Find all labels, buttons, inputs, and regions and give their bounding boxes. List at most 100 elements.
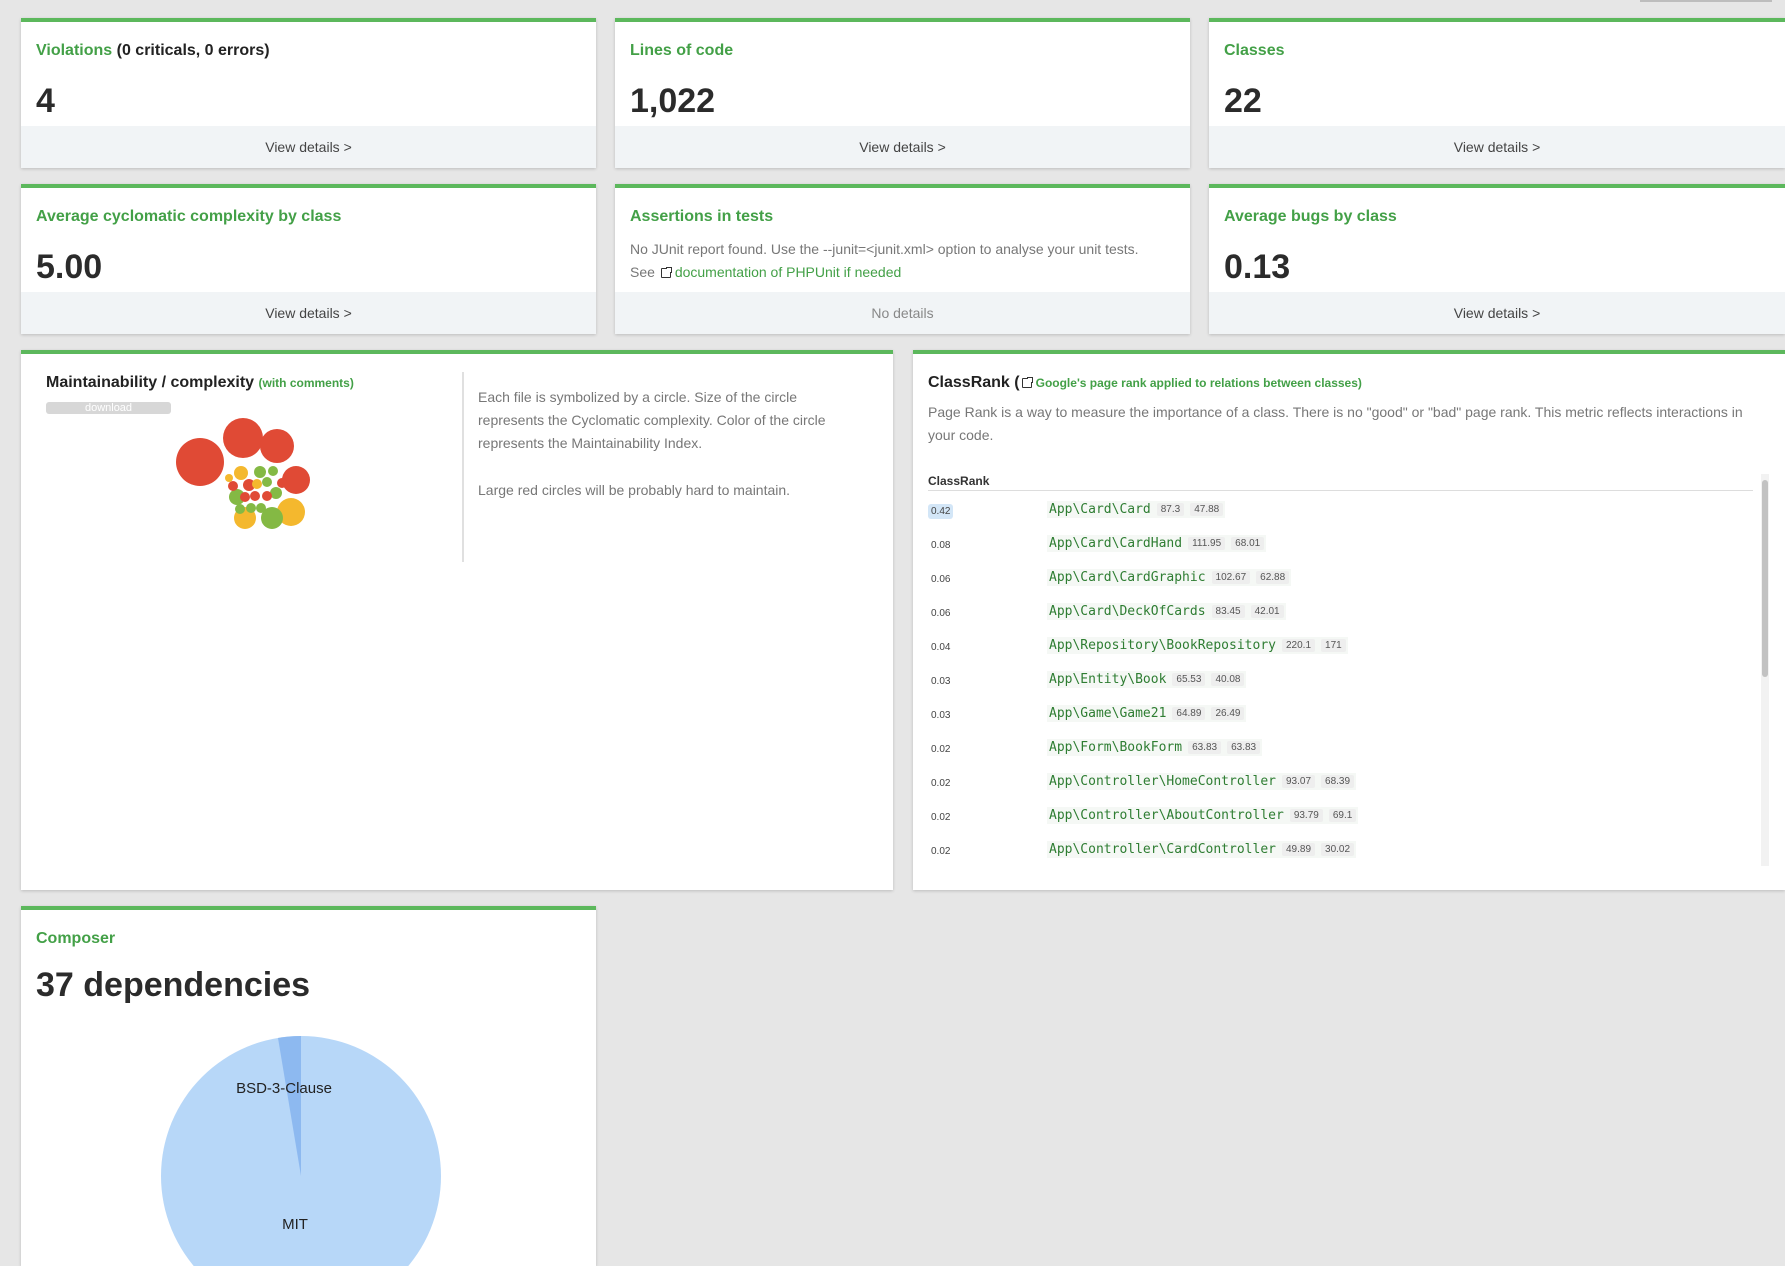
classrank-card: ClassRank (Google's page rank applied to… [913,350,1785,890]
class-name[interactable]: App\Card\CardHand 111.95 68.01 [1047,535,1267,552]
classrank-title: ClassRank (Google's page rank applied to… [928,374,1362,391]
maintainability-bubble-chart [176,418,310,529]
class-name[interactable]: App\Entity\Book 65.53 40.08 [1047,671,1247,688]
file-bubble[interactable] [234,466,248,480]
bugs-value: 0.13 [1224,248,1291,286]
class-name[interactable]: App\Controller\HomeController 93.07 68.39 [1047,773,1357,790]
file-bubble[interactable] [250,491,260,501]
metric-badge: 93.07 [1281,775,1316,788]
metric-badge: 83.45 [1211,605,1245,618]
file-bubble[interactable] [262,477,272,487]
maintainability-desc-p1: Each file is symbolized by a circle. Siz… [478,389,826,451]
class-name[interactable]: App\Controller\CardController 49.89 30.02 [1047,841,1357,858]
file-bubble[interactable] [225,474,233,482]
rank-value: 0.06 [931,574,951,585]
metric-badge: 111.95 [1188,537,1226,550]
complexity-value: 5.00 [36,248,103,286]
download-button[interactable]: download [46,402,171,414]
composer-card: Composer 37 dependencies BSD-3-Clause MI… [21,906,596,1266]
metric-badge: 69.1 [1328,809,1357,822]
metric-badge: 30.02 [1321,843,1355,856]
violations-subtitle: (0 criticals, 0 errors) [116,42,270,59]
classrank-subtitle-link[interactable]: Google's page rank applied to relations … [1036,376,1362,390]
bugs-title: Average bugs by class [1224,208,1397,225]
rank-value: 0.06 [931,608,951,619]
metric-badge: 68.01 [1231,537,1265,550]
file-bubble[interactable] [252,479,262,489]
external-link-icon [1021,376,1034,388]
composer-dependencies-count: 37 dependencies [36,966,311,1004]
class-name[interactable]: App\Card\DeckOfCards 83.45 42.01 [1047,603,1286,620]
assertions-card: Assertions in tests No JUnit report foun… [615,184,1190,334]
metric-badge: 47.88 [1190,503,1224,516]
metric-badge: 220.1 [1281,639,1316,652]
violations-view-details-link[interactable]: View details > [21,126,596,168]
metric-badge: 49.89 [1281,843,1316,856]
rank-value: 0.02 [931,778,951,789]
file-bubble[interactable] [256,503,266,513]
loc-title: Lines of code [630,42,734,59]
metric-badge: 171 [1321,639,1346,652]
classrank-scrollbar-thumb[interactable] [1762,480,1768,677]
loc-view-details-link[interactable]: View details > [615,126,1190,168]
file-bubble[interactable] [254,466,266,478]
metric-badge: 40.08 [1211,673,1245,686]
class-name[interactable]: App\Controller\AboutController 93.79 69.1 [1047,807,1359,824]
rank-value: 0.02 [931,744,951,755]
top-scroll-indicator [1640,0,1772,2]
rank-value: 0.04 [931,642,951,653]
class-name[interactable]: App\Card\CardGraphic 102.67 62.88 [1047,569,1292,586]
classrank-column-header[interactable]: ClassRank [928,474,1753,491]
file-bubble[interactable] [277,478,287,488]
class-name[interactable]: App\Form\BookForm 63.83 63.83 [1047,739,1263,756]
rank-value: 0.03 [931,710,951,721]
maintainability-title: Maintainability / complexity (with comme… [46,374,354,391]
rank-value: 0.42 [928,504,954,519]
external-link-icon [660,266,673,278]
file-bubble[interactable] [262,491,272,501]
loc-card: Lines of code 1,022 View details > [615,18,1190,168]
metric-badge: 102.67 [1211,571,1251,584]
assertions-title: Assertions in tests [630,208,774,225]
complexity-view-details-link[interactable]: View details > [21,292,596,334]
class-name[interactable]: App\Card\Card 87.3 47.88 [1047,501,1226,518]
rank-value: 0.03 [931,676,951,687]
maintainability-subtitle: (with comments) [258,376,354,390]
pie-label-mit: MIT [282,1216,308,1233]
metric-badge: 63.83 [1227,741,1261,754]
file-bubble[interactable] [260,429,294,463]
file-bubble[interactable] [235,504,245,514]
bugs-view-details-link[interactable]: View details > [1209,292,1785,334]
metric-badge: 68.39 [1321,775,1355,788]
file-bubble[interactable] [246,503,256,513]
file-bubble[interactable] [240,492,250,502]
composer-title: Composer [36,930,116,947]
complexity-card: Average cyclomatic complexity by class 5… [21,184,596,334]
classrank-description: Page Rank is a way to measure the import… [928,404,1743,443]
metric-badge: 42.01 [1250,605,1284,618]
rank-value: 0.08 [931,540,951,551]
classes-card: Classes 22 View details > [1209,18,1785,168]
file-bubble[interactable] [268,466,278,476]
complexity-title: Average cyclomatic complexity by class [36,208,342,225]
file-bubble[interactable] [176,438,224,486]
violations-card: Violations (0 criticals, 0 errors) 4 Vie… [21,18,596,168]
violations-title: Violations (0 criticals, 0 errors) [36,42,270,59]
metric-badge: 26.49 [1211,707,1245,720]
pie-label-bsd-3-clause: BSD-3-Clause [236,1080,332,1097]
maintainability-description: Each file is symbolized by a circle. Siz… [478,386,838,502]
file-bubble[interactable] [282,466,310,494]
class-name[interactable]: App\Game\Game21 64.89 26.49 [1047,705,1247,722]
metric-badge: 62.88 [1256,571,1290,584]
classes-view-details-link[interactable]: View details > [1209,126,1785,168]
loc-value: 1,022 [630,82,716,120]
file-bubble[interactable] [223,418,263,458]
class-name[interactable]: App\Repository\BookRepository 220.1 171 [1047,637,1348,654]
metric-badge: 93.79 [1289,809,1323,822]
file-bubble[interactable] [228,481,238,491]
bugs-card: Average bugs by class 0.13 View details … [1209,184,1785,334]
metric-badge: 63.83 [1188,741,1222,754]
phpunit-docs-link[interactable]: documentation of PHPUnit if needed [675,264,901,280]
license-pie-chart: BSD-3-Clause MIT [161,1036,441,1266]
violations-value: 4 [36,82,55,120]
